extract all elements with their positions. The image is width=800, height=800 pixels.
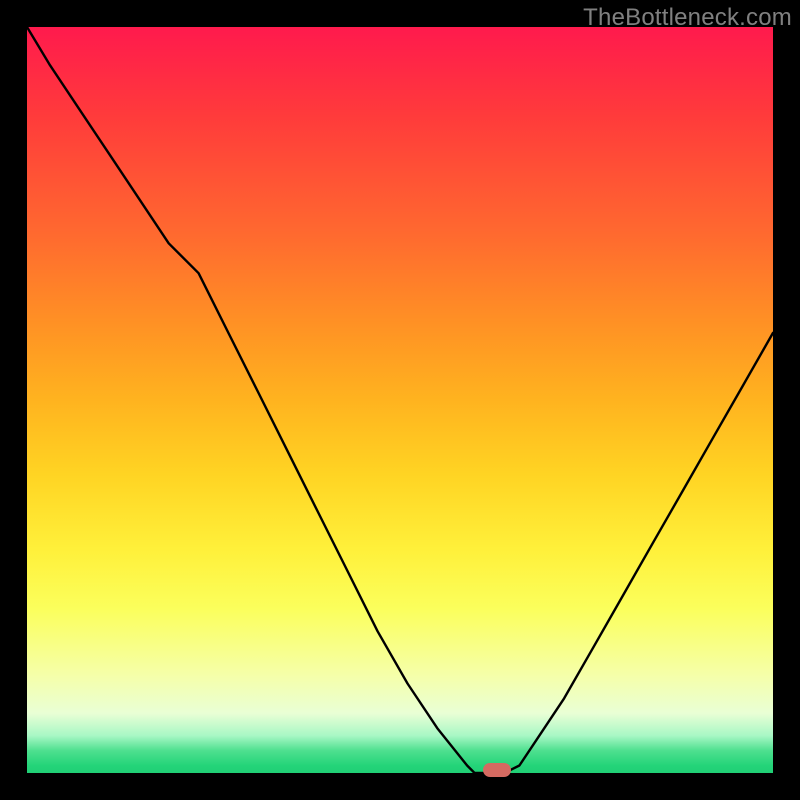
watermark-text: TheBottleneck.com [583, 4, 792, 32]
chart-frame: TheBottleneck.com [0, 0, 800, 800]
plot-area [27, 27, 773, 773]
optimal-marker [483, 763, 511, 777]
bottleneck-curve [27, 27, 773, 773]
